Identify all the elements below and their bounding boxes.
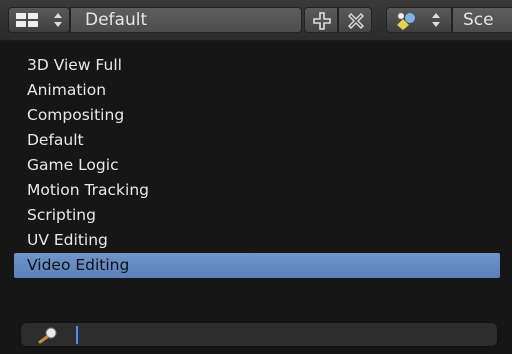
menu-item[interactable]: Animation: [14, 78, 500, 103]
layout-dropdown-menu: 3D View Full Animation Compositing Default G…: [0, 41, 512, 354]
dropdown-arrows-icon: [431, 12, 441, 28]
remove-layout-button[interactable]: [338, 7, 372, 33]
scene-icon: [397, 13, 415, 30]
menu-item[interactable]: Motion Tracking: [14, 178, 500, 203]
menu-item[interactable]: Scripting: [14, 203, 500, 228]
search-field[interactable]: [20, 322, 498, 347]
text-caret: [76, 326, 78, 344]
search-input[interactable]: [81, 325, 485, 347]
layout-name-field[interactable]: Default: [70, 7, 302, 33]
magnifier-icon: [38, 327, 57, 344]
menu-item[interactable]: Video Editing: [14, 253, 500, 278]
dropdown-arrows-icon: [53, 12, 63, 28]
scene-selector-button[interactable]: [386, 7, 452, 33]
menu-item[interactable]: UV Editing: [14, 228, 500, 253]
menu-item[interactable]: Compositing: [14, 103, 500, 128]
header-bar: Default Sce: [0, 0, 512, 41]
x-icon: [348, 13, 364, 29]
menu-item[interactable]: 3D View Full: [14, 53, 500, 78]
scene-name-field[interactable]: Sce: [452, 7, 512, 33]
layout-list: 3D View Full Animation Compositing Default G…: [14, 53, 500, 278]
add-layout-button[interactable]: [304, 7, 338, 33]
editor-type-button[interactable]: [8, 7, 70, 33]
menu-item[interactable]: Default: [14, 128, 500, 153]
editor-grid-icon: [16, 13, 38, 27]
menu-item[interactable]: Game Logic: [14, 153, 500, 178]
plus-icon: [313, 12, 331, 30]
